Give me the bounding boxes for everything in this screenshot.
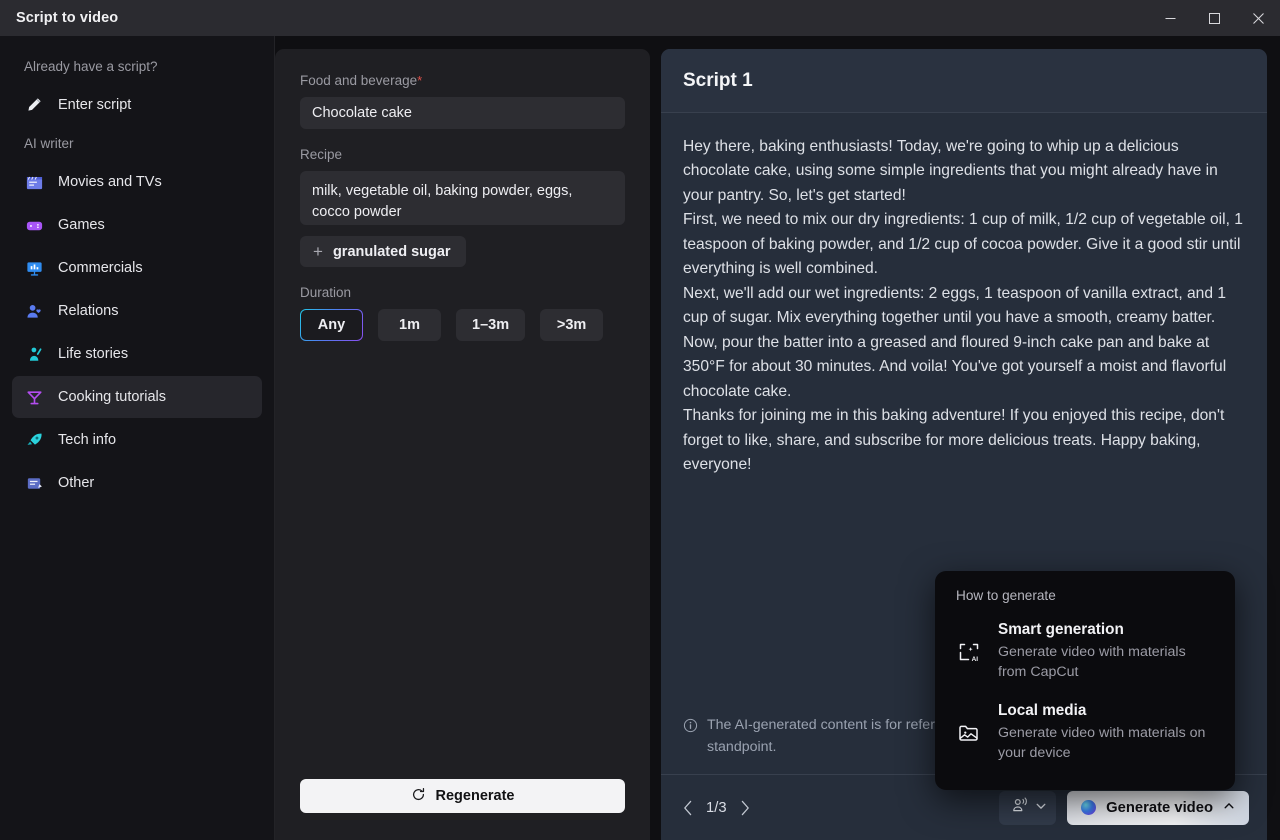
person-heart-icon: [24, 301, 44, 321]
chevron-down-icon: [1035, 799, 1047, 817]
popup-item-smart-generation[interactable]: AI Smart generation Generate video with …: [935, 611, 1235, 692]
window-title: Script to video: [16, 10, 119, 26]
script-paragraph: First, we need to mix our dry ingredient…: [683, 211, 1243, 278]
duration-option-any[interactable]: Any: [300, 309, 363, 341]
svg-text:AI: AI: [972, 656, 979, 663]
regenerate-label: Regenerate: [435, 788, 515, 804]
popup-item-title: Local media: [998, 702, 1087, 720]
window-title-bar: Script to video: [0, 0, 1280, 36]
sidebar-item-tech-info[interactable]: Tech info: [12, 419, 262, 461]
recipe-input[interactable]: milk, vegetable oil, baking powder, eggs…: [300, 171, 625, 225]
generate-video-button[interactable]: Generate video: [1067, 790, 1249, 825]
popup-item-title: Smart generation: [998, 621, 1124, 638]
cocktail-icon: [24, 387, 44, 407]
required-asterisk: *: [417, 73, 423, 88]
topic-input[interactable]: Chocolate cake: [300, 97, 625, 129]
duration-field-label: Duration: [300, 285, 352, 300]
script-pager: 1/3: [683, 800, 750, 816]
duration-option-1-3m[interactable]: 1–3m: [456, 309, 526, 341]
chevron-up-icon: [1223, 800, 1235, 816]
clapperboard-icon: [24, 172, 44, 192]
rocket-icon: [24, 430, 44, 450]
sidebar-item-label: Other: [58, 475, 95, 491]
person-wave-icon: [24, 344, 44, 364]
sidebar: Already have a script? Enter script AI w…: [0, 36, 275, 840]
sidebar-item-cooking-tutorials[interactable]: Cooking tutorials: [12, 376, 262, 418]
sidebar-item-enter-script[interactable]: Enter script: [12, 84, 262, 126]
popup-item-text: Smart generation Generate video with mat…: [998, 621, 1217, 682]
script-title: Script 1: [683, 69, 753, 91]
minimize-button[interactable]: [1148, 0, 1192, 36]
script-settings-panel: Food and beverage* Chocolate cake Recipe…: [275, 49, 650, 840]
gamepad-icon: [24, 215, 44, 235]
popup-item-desc: Generate video with materials from CapCu…: [998, 644, 1186, 681]
add-ingredient-chip[interactable]: + granulated sugar: [300, 236, 466, 267]
sidebar-item-label: Tech info: [58, 432, 117, 448]
prev-script-button[interactable]: [683, 800, 693, 816]
script-paragraph: Now, pour the batter into a greased and …: [683, 333, 1227, 400]
page-indicator: 1/3: [706, 799, 727, 816]
script-paragraph: Next, we'll add our wet ingredients: 2 e…: [683, 284, 1227, 327]
regenerate-button[interactable]: Regenerate: [300, 779, 625, 813]
duration-options: Any 1m 1–3m >3m: [300, 309, 625, 341]
sidebar-item-label: Relations: [58, 303, 119, 319]
sidebar-item-label: Commercials: [58, 260, 143, 276]
sidebar-item-games[interactable]: Games: [12, 204, 262, 246]
window-controls: [1148, 0, 1280, 36]
script-paragraph: Thanks for joining me in this baking adv…: [683, 407, 1225, 474]
maximize-button[interactable]: [1192, 0, 1236, 36]
note-edit-icon: [24, 473, 44, 493]
sidebar-item-label: Games: [58, 217, 105, 233]
sidebar-item-label: Life stories: [58, 346, 129, 362]
sidebar-item-commercials[interactable]: Commercials: [12, 247, 262, 289]
topic-label-text: Food and beverage: [300, 73, 418, 88]
recipe-field-label: Recipe: [300, 147, 343, 162]
popup-item-local-media[interactable]: Local media Generate video with material…: [935, 692, 1235, 773]
popup-item-text: Local media Generate video with material…: [998, 702, 1217, 763]
script-footer-actions: Generate video: [999, 790, 1249, 825]
topic-field-label: Food and beverage*: [300, 73, 625, 88]
folder-image-icon: [956, 721, 982, 745]
voice-select-button[interactable]: [999, 790, 1057, 825]
plus-icon: +: [313, 242, 323, 261]
add-ingredient-label: granulated sugar: [332, 243, 451, 260]
next-script-button[interactable]: [740, 800, 750, 816]
ai-frame-icon: AI: [956, 640, 982, 664]
sidebar-item-relations[interactable]: Relations: [12, 290, 262, 332]
sidebar-item-other[interactable]: Other: [12, 462, 262, 504]
presentation-icon: [24, 258, 44, 278]
popup-title: How to generate: [956, 588, 1056, 603]
sidebar-item-label: Movies and TVs: [58, 174, 162, 190]
ai-orb-icon: [1081, 800, 1097, 815]
info-icon: [683, 718, 698, 758]
script-paragraph: Hey there, baking enthusiasts! Today, we…: [683, 138, 1218, 204]
generate-video-label: Generate video: [1106, 799, 1213, 816]
refresh-icon: [411, 787, 426, 806]
sidebar-section-script: Already have a script?: [24, 59, 158, 74]
sidebar-item-label: Enter script: [58, 97, 132, 113]
sidebar-section-ai-writer: AI writer: [24, 136, 74, 151]
regenerate-area: Regenerate: [300, 779, 625, 813]
sidebar-item-movies-and-tvs[interactable]: Movies and TVs: [12, 161, 262, 203]
app-body: Already have a script? Enter script AI w…: [0, 36, 1280, 840]
duration-option-gt3m[interactable]: >3m: [540, 309, 604, 341]
close-button[interactable]: [1236, 0, 1280, 36]
duration-option-1m[interactable]: 1m: [378, 309, 441, 341]
sidebar-item-label: Cooking tutorials: [58, 389, 166, 405]
voice-speaker-icon: [1010, 796, 1029, 820]
sidebar-item-life-stories[interactable]: Life stories: [12, 333, 262, 375]
popup-item-desc: Generate video with materials on your de…: [998, 725, 1206, 762]
script-header: Script 1: [661, 49, 1267, 113]
how-to-generate-popup: How to generate AI Smart generation Gene…: [935, 571, 1235, 790]
pencil-icon: [24, 95, 44, 115]
